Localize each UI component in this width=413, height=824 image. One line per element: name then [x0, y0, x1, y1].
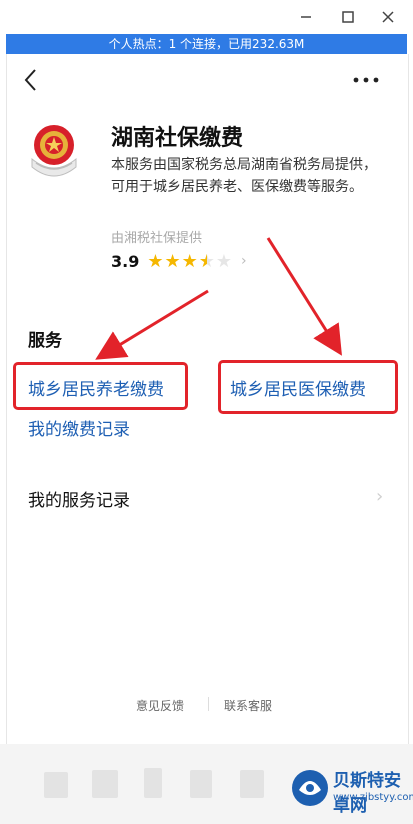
blurred-block [190, 770, 212, 798]
watermark-logo-icon [292, 770, 328, 806]
medical-payment-link[interactable]: 城乡居民医保缴费 [230, 375, 366, 400]
services-section-title: 服务 [28, 331, 62, 351]
chevron-right-icon: › [241, 253, 247, 269]
back-icon[interactable] [18, 66, 46, 94]
blurred-block [92, 770, 118, 798]
pension-payment-link[interactable]: 城乡居民养老缴费 [28, 375, 164, 400]
star-icon: ★ [147, 250, 164, 272]
contact-service-link[interactable]: 联系客服 [224, 697, 272, 714]
close-icon[interactable] [374, 4, 402, 30]
star-icon: ★ [181, 250, 198, 272]
half-star-icon: ★ [198, 250, 215, 272]
star-icon: ★ [164, 250, 181, 272]
rating-score: 3.9 [111, 251, 140, 271]
rating-row[interactable]: 3.9 ★ ★ ★ ★ ★ › [111, 250, 247, 272]
hotspot-status-bar: 个人热点：1 个连接，已用232.63M [6, 34, 407, 54]
more-options-icon[interactable] [352, 72, 380, 88]
site-watermark: 贝斯特安卓网 www.zjbstyy.com [287, 762, 413, 820]
blurred-block [144, 768, 162, 798]
maximize-icon[interactable] [334, 4, 362, 30]
minimize-icon[interactable] [292, 4, 320, 30]
service-records-item[interactable]: 我的服务记录 [28, 486, 130, 511]
app-description: 本服务由国家税务总局湖南省税务局提供，可用于城乡居民养老、医保缴费等服务。 [111, 157, 377, 195]
tax-emblem-logo [18, 115, 90, 187]
footer-divider [208, 697, 209, 711]
app-title: 湖南社保缴费 [111, 126, 244, 151]
chevron-right-icon: › [376, 486, 384, 507]
feedback-link[interactable]: 意见反馈 [136, 697, 184, 714]
empty-star-icon: ★ [215, 250, 233, 272]
blurred-block [44, 772, 68, 798]
blurred-block [240, 770, 264, 798]
window-title-bar [0, 0, 413, 34]
watermark-url: www.zjbstyy.com [333, 792, 413, 803]
app-provider: 由湘税社保提供 [111, 231, 203, 246]
watermark-name: 贝斯特安卓网 [333, 771, 401, 816]
rating-stars: ★ ★ ★ ★ ★ [147, 251, 233, 272]
payment-records-link[interactable]: 我的缴费记录 [28, 415, 130, 440]
